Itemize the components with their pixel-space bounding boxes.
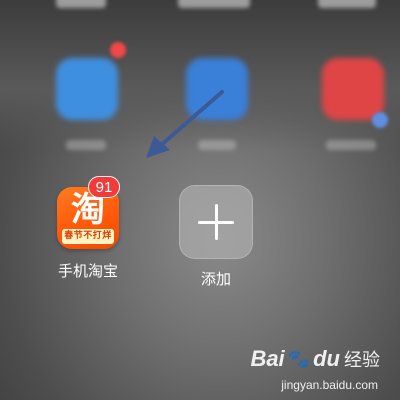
app-add[interactable]: 添加 [176,185,256,289]
notification-badge: 91 [88,176,120,198]
app-label-taobao[interactable]: 手机淘宝 [58,260,118,281]
watermark-suffix: 经验 [344,350,380,371]
watermark-logo-text: Bai [250,346,285,371]
watermark-logo-text2: du [313,346,340,371]
add-button[interactable] [179,185,253,259]
watermark-url: jingyan.baidu.com [281,378,378,392]
paw-icon: 🐾 [287,348,311,370]
plus-icon [215,204,218,240]
app-taobao[interactable]: 淘 春节不打烊 手机淘宝 [48,187,128,281]
baidu-jingyan-watermark: Bai 🐾 du 经验 [250,346,380,372]
taobao-banner: 春节不打烊 [62,229,114,244]
app-label-add[interactable]: 添加 [201,268,231,289]
